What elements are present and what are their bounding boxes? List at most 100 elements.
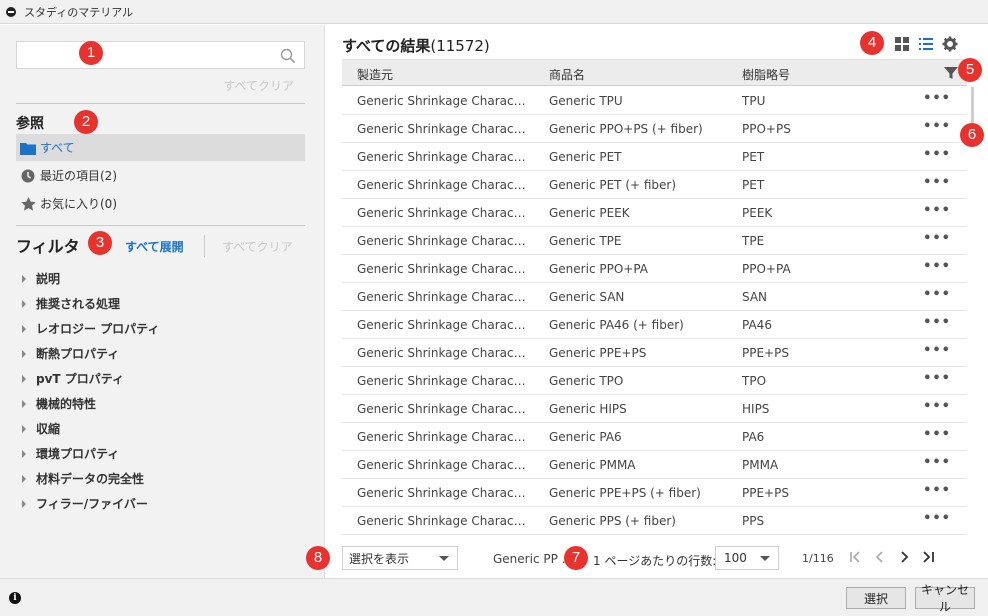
filter-item-label: 説明: [36, 272, 61, 286]
column-header-maker[interactable]: 製造元: [357, 66, 393, 83]
more-options-icon[interactable]: •••: [923, 231, 951, 246]
last-page-icon[interactable]: [920, 549, 936, 565]
table-row[interactable]: Generic Shrinkage Charact… Generic PET PET…: [342, 143, 967, 171]
more-options-icon[interactable]: •••: [923, 455, 951, 470]
more-options-icon[interactable]: •••: [923, 203, 951, 218]
table-row[interactable]: Generic Shrinkage Charact… Generic PEEK PE…: [342, 199, 967, 227]
filter-item-environment[interactable]: 環境プロパティ: [22, 445, 119, 462]
filter-item-shrinkage[interactable]: 収縮: [22, 420, 60, 437]
more-options-icon[interactable]: •••: [923, 259, 951, 274]
table-row[interactable]: Generic Shrinkage Charact… Generic PA6 PA6…: [342, 423, 967, 451]
search-box: [16, 41, 305, 69]
table-row[interactable]: Generic Shrinkage Charact… Generic PPO+PS…: [342, 115, 967, 143]
filter-item-rheology[interactable]: レオロジー プロパティ: [22, 320, 159, 337]
table-row[interactable]: Generic Shrinkage Charact… Generic PPS (+…: [342, 507, 967, 535]
table-row[interactable]: Generic Shrinkage Charact… Generic TPE TPE…: [342, 227, 967, 255]
annotation-badge: 7: [564, 546, 588, 570]
next-page-icon[interactable]: [896, 549, 912, 565]
divider: [16, 225, 305, 226]
column-header-abbr[interactable]: 樹脂略号: [742, 66, 790, 83]
pager: [848, 549, 936, 565]
more-options-icon[interactable]: •••: [923, 399, 951, 414]
grid-view-icon[interactable]: [894, 36, 910, 52]
more-options-icon[interactable]: •••: [923, 511, 951, 526]
cell-maker: Generic Shrinkage Charact…: [357, 150, 527, 164]
cell-name: Generic PEEK: [549, 206, 630, 220]
search-input[interactable]: [17, 42, 267, 68]
more-options-icon[interactable]: •••: [923, 427, 951, 442]
expand-all-link[interactable]: すべて展開: [125, 238, 184, 255]
more-options-icon[interactable]: •••: [923, 91, 951, 106]
cell-maker: Generic Shrinkage Charact…: [357, 458, 527, 472]
gear-icon[interactable]: [942, 36, 958, 52]
more-options-icon[interactable]: •••: [923, 315, 951, 330]
rows-per-page-value: 100: [724, 551, 747, 565]
cell-name: Generic TPE: [549, 234, 622, 248]
more-options-icon[interactable]: •••: [923, 371, 951, 386]
caret-right-icon: [22, 474, 26, 483]
filter-item-label: 環境プロパティ: [36, 447, 120, 461]
app-icon[interactable]: [6, 6, 16, 17]
filter-item-description[interactable]: 説明: [22, 270, 60, 287]
table-row[interactable]: Generic Shrinkage Charact… Generic PPE+PS…: [342, 479, 967, 507]
star-icon: [20, 196, 36, 212]
rows-per-page-dropdown[interactable]: 100: [715, 546, 779, 570]
more-options-icon[interactable]: •••: [923, 287, 951, 302]
table-row[interactable]: Generic Shrinkage Charact… Generic TPU TPU…: [342, 87, 967, 115]
select-button[interactable]: 選択: [846, 587, 906, 609]
cell-maker: Generic Shrinkage Charact…: [357, 290, 527, 304]
more-options-icon[interactable]: •••: [923, 119, 951, 134]
page-info: 1/116: [802, 552, 834, 565]
show-selection-value: 選択を表示: [349, 551, 410, 566]
table-row[interactable]: Generic Shrinkage Charact… Generic SAN SAN…: [342, 283, 967, 311]
table-row[interactable]: Generic Shrinkage Charact… Generic HIPS HI…: [342, 395, 967, 423]
column-header-name[interactable]: 商品名: [549, 66, 585, 83]
cancel-button[interactable]: キャンセル: [915, 583, 975, 614]
cell-abbr: PPO+PS: [742, 122, 791, 136]
filter-item-completeness[interactable]: 材料データの完全性: [22, 470, 144, 487]
browse-item-recent[interactable]: 最近の項目(2): [16, 162, 305, 189]
more-options-icon[interactable]: •••: [923, 483, 951, 498]
table-row[interactable]: Generic Shrinkage Charact… Generic PPO+PA…: [342, 255, 967, 283]
list-view-icon[interactable]: [918, 36, 934, 52]
filter-item-processing[interactable]: 推奨される処理: [22, 295, 120, 312]
cell-abbr: PMMA: [742, 458, 779, 472]
cell-name: Generic PMMA: [549, 458, 636, 472]
table-row[interactable]: Generic Shrinkage Charact… Generic TPO TPO…: [342, 367, 967, 395]
more-options-icon[interactable]: •••: [923, 175, 951, 190]
browse-item-all[interactable]: すべて: [16, 134, 305, 161]
annotation-badge: 5: [958, 58, 982, 82]
prev-page-icon[interactable]: [872, 549, 888, 565]
more-options-icon[interactable]: •••: [923, 343, 951, 358]
browse-item-favorites[interactable]: お気に入り(0): [16, 190, 305, 217]
browse-item-label: 最近の項目(2): [40, 169, 117, 183]
results-footer: 選択を表示 Generic PP … 1 ページあたりの行数: 100 1/11…: [326, 540, 988, 578]
caret-right-icon: [22, 399, 26, 408]
filter-item-filler[interactable]: フィラー/ファイバー: [22, 495, 148, 512]
cell-maker: Generic Shrinkage Charact…: [357, 206, 527, 220]
table-row[interactable]: Generic Shrinkage Charact… Generic PET (+…: [342, 171, 967, 199]
divider: [16, 103, 305, 104]
search-icon[interactable]: [280, 48, 296, 64]
table-row[interactable]: Generic Shrinkage Charact… Generic PMMA PM…: [342, 451, 967, 479]
first-page-icon[interactable]: [848, 549, 864, 565]
cell-abbr: PPO+PA: [742, 262, 791, 276]
table-row[interactable]: Generic Shrinkage Charact… Generic PPE+PS…: [342, 339, 967, 367]
clear-filters-link[interactable]: すべてクリア: [222, 238, 293, 255]
more-options-icon[interactable]: •••: [923, 147, 951, 162]
table-row[interactable]: Generic Shrinkage Charact… Generic PA46 (…: [342, 311, 967, 339]
chevron-down-icon: [439, 556, 449, 561]
filter-item-label: フィラー/ファイバー: [36, 497, 148, 511]
filter-item-mechanical[interactable]: 機械的特性: [22, 395, 96, 412]
filter-item-pvt[interactable]: pvT プロパティ: [22, 370, 124, 387]
rows-per-page-label: 1 ページあたりの行数:: [593, 554, 717, 568]
filter-icon[interactable]: [943, 65, 959, 81]
info-icon[interactable]: i: [9, 592, 21, 604]
filter-item-thermal[interactable]: 断熱プロパティ: [22, 345, 119, 362]
filter-item-label: 機械的特性: [36, 397, 97, 411]
show-selection-dropdown[interactable]: 選択を表示: [342, 546, 458, 570]
window-title: スタディのマテリアル: [24, 5, 134, 19]
clear-search-link[interactable]: すべてクリア: [223, 77, 294, 94]
statusbar: i 選択 キャンセル: [0, 578, 988, 616]
caret-right-icon: [22, 349, 26, 358]
